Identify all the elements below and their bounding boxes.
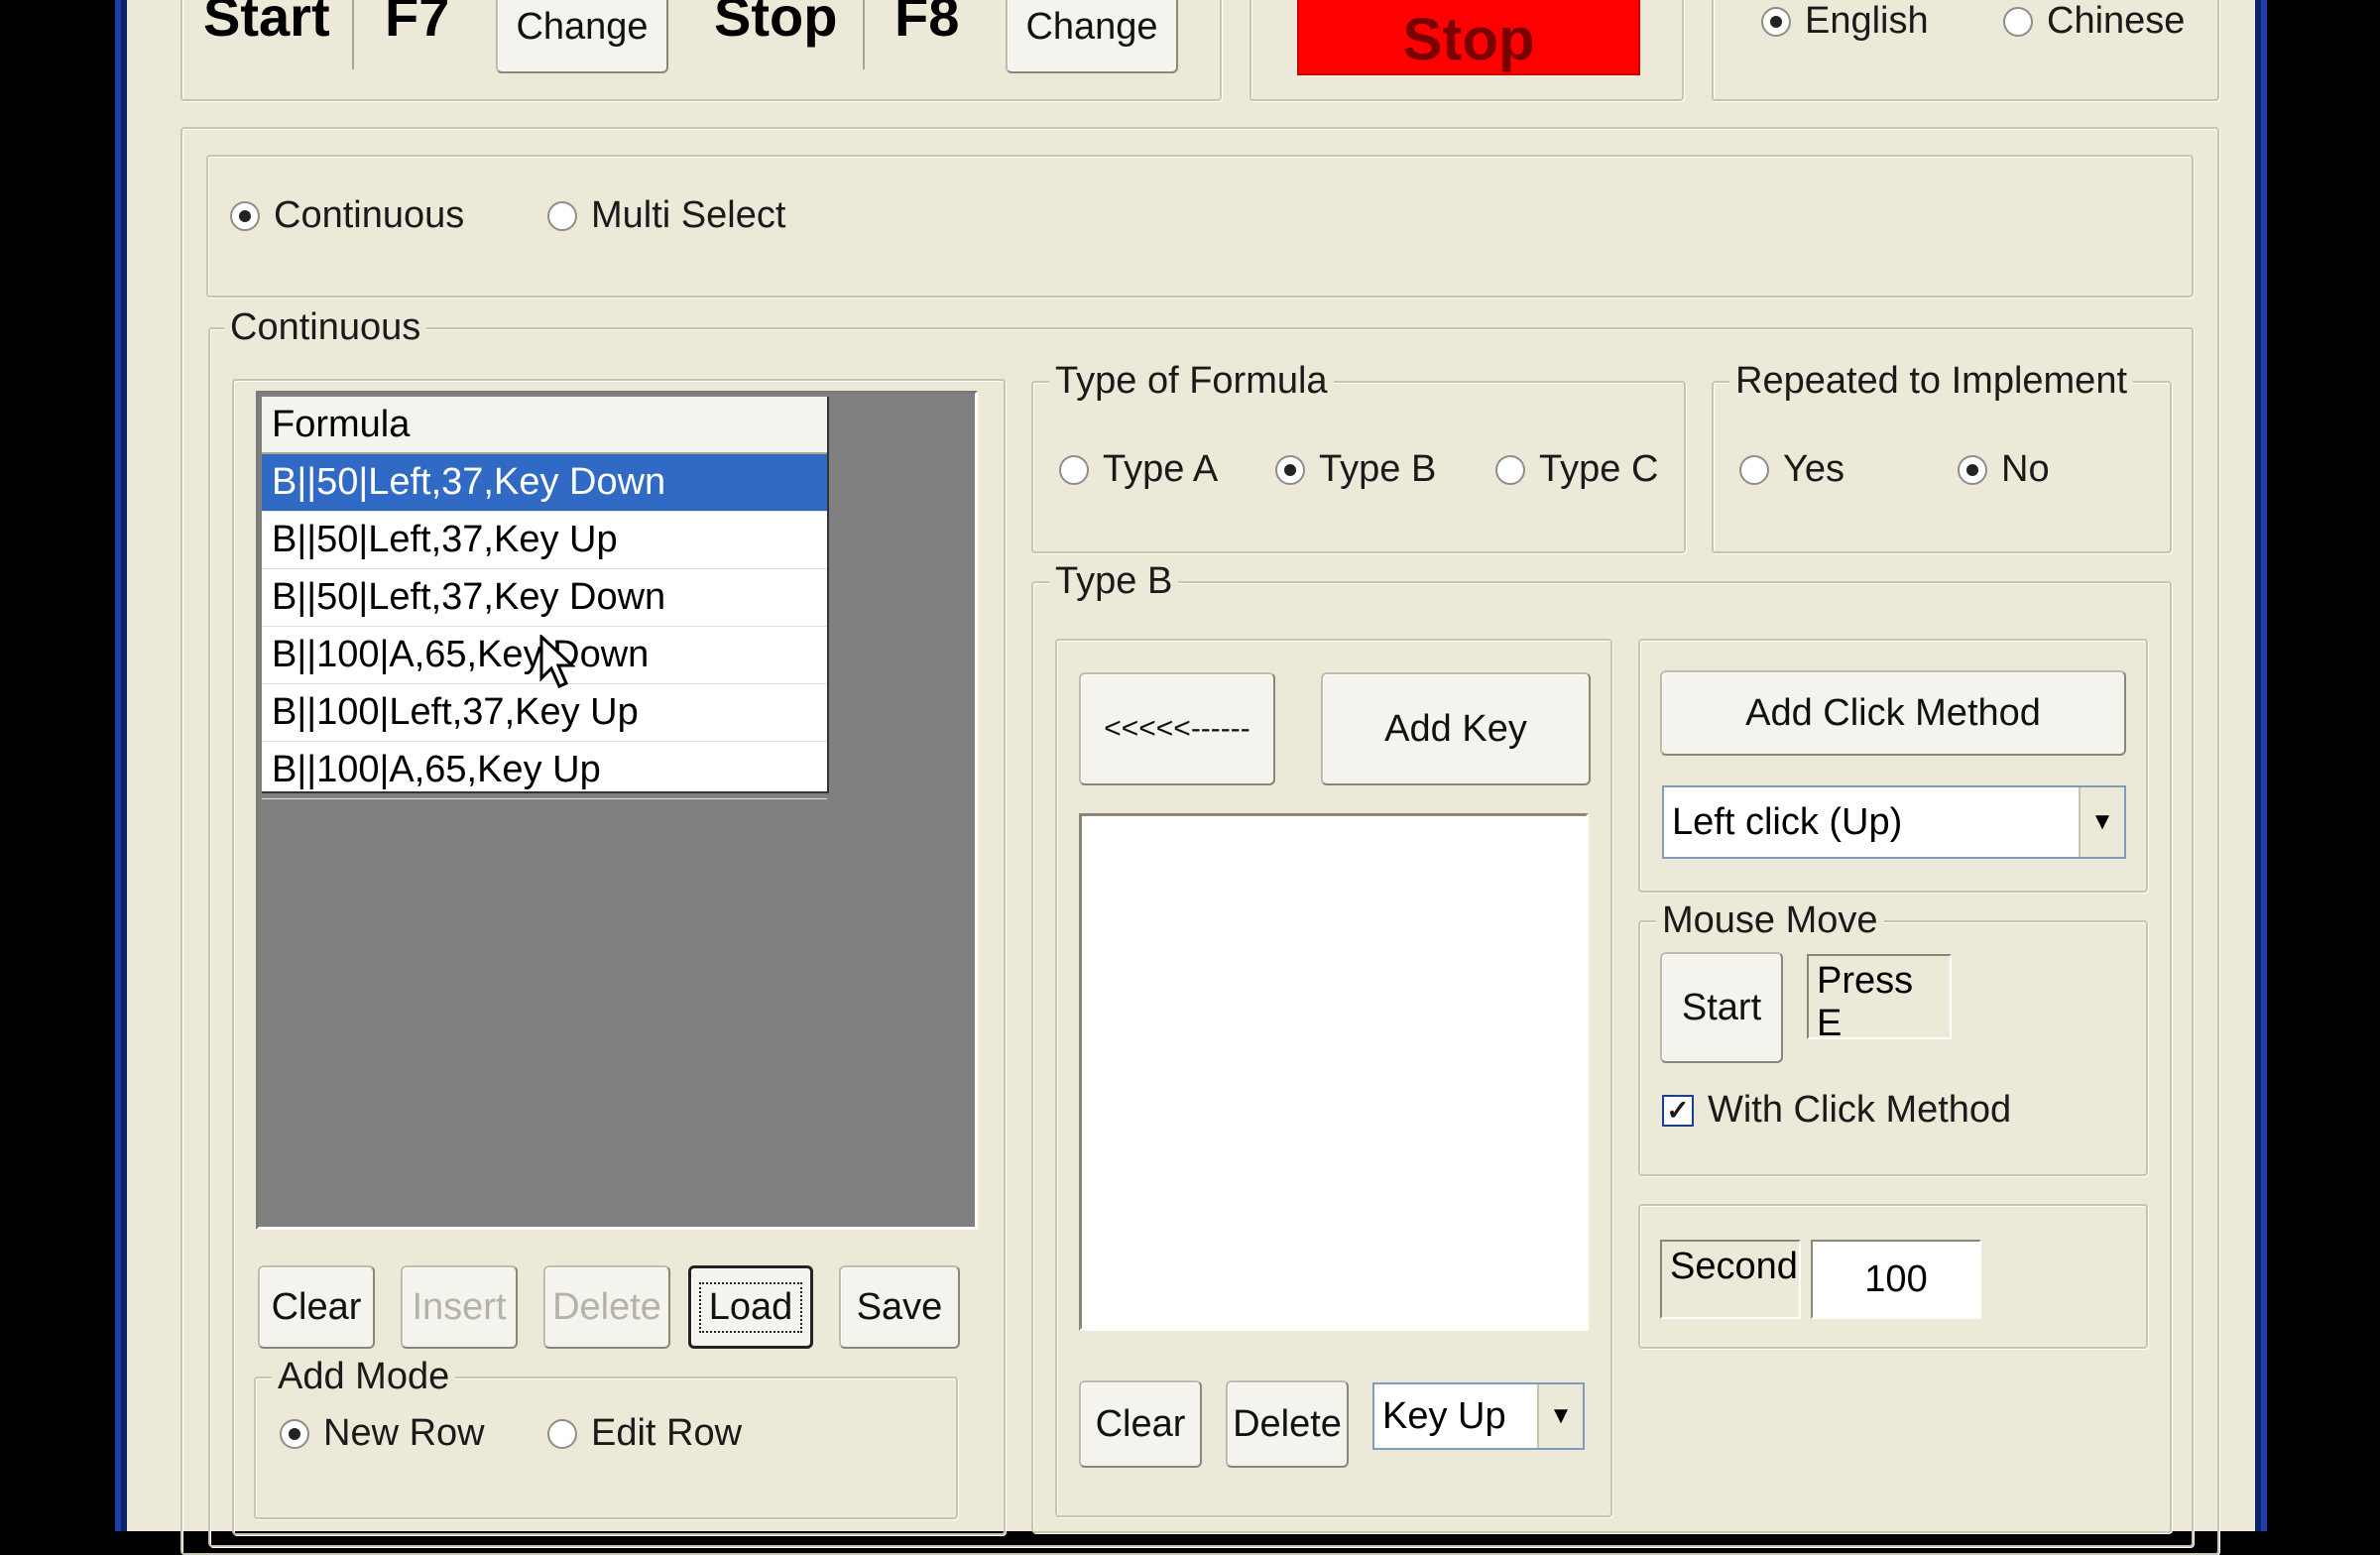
key-delete-button[interactable]: Delete	[1226, 1380, 1349, 1468]
mouse-move-title: Mouse Move	[1656, 898, 1884, 942]
formula-row[interactable]: B||50|Left,37,Key Up	[262, 512, 827, 569]
add-mode-group-title: Add Mode	[272, 1355, 456, 1398]
stop-hotkey-label: Stop	[714, 0, 838, 48]
formula-row[interactable]: B||50|Left,37,Key Down	[262, 454, 827, 512]
key-event-select[interactable]: Key Up ▼	[1372, 1382, 1585, 1450]
language-english-option[interactable]: English	[1761, 0, 1929, 43]
mode-panel	[206, 155, 2194, 298]
start-hotkey-key: F7	[385, 0, 450, 48]
formula-row[interactable]: B||100|A,65,Key Up	[262, 742, 827, 799]
formula-delete-button[interactable]: Delete	[543, 1265, 670, 1349]
radio-icon	[1958, 454, 1987, 485]
radio-icon	[1495, 454, 1525, 485]
move-left-button[interactable]: <<<<<------	[1079, 672, 1275, 785]
type-b-option[interactable]: Type B	[1275, 448, 1436, 491]
add-mode-new-row-option[interactable]: New Row	[280, 1412, 485, 1455]
change-start-hotkey-button[interactable]: Change	[496, 0, 668, 73]
radio-icon	[2003, 6, 2033, 37]
checkmark-icon: ✓	[1662, 1094, 1694, 1127]
key-list-box[interactable]	[1079, 813, 1589, 1331]
separator	[863, 0, 865, 69]
separator	[352, 0, 354, 69]
language-chinese-option[interactable]: Chinese	[2003, 0, 2185, 43]
mouse-move-hint: Press E	[1807, 954, 1952, 1044]
formula-insert-button[interactable]: Insert	[401, 1265, 518, 1349]
with-click-method-checkbox[interactable]: ✓ With Click Method	[1662, 1089, 2011, 1132]
radio-icon	[230, 200, 260, 231]
repeated-title: Repeated to Implement	[1729, 359, 2134, 403]
key-clear-button[interactable]: Clear	[1079, 1380, 1202, 1468]
formula-save-button[interactable]: Save	[839, 1265, 960, 1349]
add-click-method-button[interactable]: Add Click Method	[1660, 670, 2126, 756]
second-input[interactable]: 100	[1811, 1240, 1981, 1319]
stop-button[interactable]: Stop	[1297, 0, 1640, 75]
formula-grid[interactable]: Formula B||50|Left,37,Key Down B||50|Lef…	[262, 397, 829, 799]
type-of-formula-title: Type of Formula	[1049, 359, 1334, 403]
mode-continuous-option[interactable]: Continuous	[230, 194, 464, 237]
radio-icon	[1739, 454, 1769, 485]
radio-icon	[547, 200, 577, 231]
repeated-no-option[interactable]: No	[1958, 448, 2050, 491]
add-key-button[interactable]: Add Key	[1321, 672, 1591, 785]
chevron-down-icon[interactable]: ▼	[2079, 787, 2124, 857]
repeated-yes-option[interactable]: Yes	[1739, 448, 1844, 491]
formula-column-header[interactable]: Formula	[262, 397, 827, 454]
formula-load-button[interactable]: Load	[688, 1265, 813, 1349]
stop-hotkey-key: F8	[894, 0, 960, 48]
second-label: Second	[1660, 1240, 1801, 1319]
click-method-select[interactable]: Left click (Up) ▼	[1662, 785, 2126, 859]
add-mode-edit-row-option[interactable]: Edit Row	[547, 1412, 742, 1455]
mode-multi-select-option[interactable]: Multi Select	[547, 194, 785, 237]
radio-icon	[1761, 6, 1791, 37]
formula-clear-button[interactable]: Clear	[258, 1265, 375, 1349]
chevron-down-icon[interactable]: ▼	[1537, 1384, 1583, 1448]
type-a-option[interactable]: Type A	[1059, 448, 1218, 491]
change-stop-hotkey-button[interactable]: Change	[1006, 0, 1178, 73]
formula-row[interactable]: B||50|Left,37,Key Down	[262, 569, 827, 627]
radio-icon	[547, 1418, 577, 1449]
formula-row[interactable]: B||100|Left,37,Key Up	[262, 684, 827, 742]
mouse-move-start-button[interactable]: Start	[1660, 952, 1783, 1063]
radio-icon	[1275, 454, 1305, 485]
radio-icon	[1059, 454, 1089, 485]
type-c-option[interactable]: Type C	[1495, 448, 1658, 491]
continuous-group-title: Continuous	[224, 305, 427, 349]
start-hotkey-label: Start	[203, 0, 330, 48]
type-b-title: Type B	[1049, 559, 1179, 603]
radio-icon	[280, 1418, 309, 1449]
mouse-cursor-icon	[539, 635, 575, 688]
